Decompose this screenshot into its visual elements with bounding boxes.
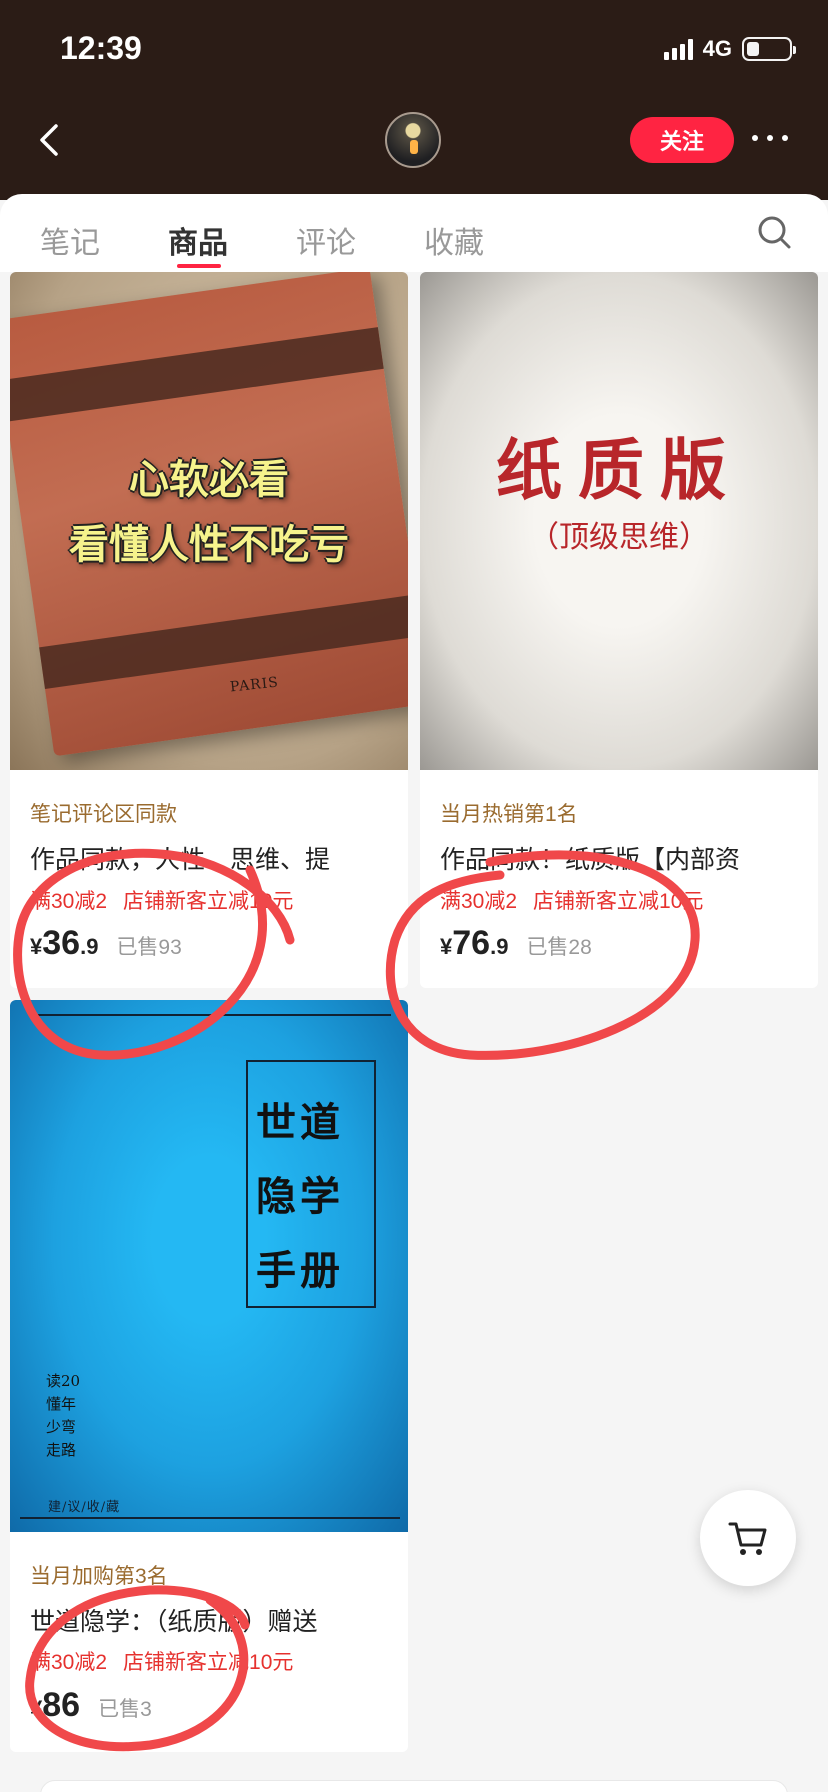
cover-rule — [36, 1014, 391, 1016]
active-tab-indicator — [177, 264, 221, 268]
product-rank: 当月加购第3名 — [30, 1565, 168, 1588]
cover-title: 世道隐学手册 — [256, 1100, 344, 1294]
tab-notes[interactable]: 笔记 — [40, 218, 100, 262]
product-image[interactable]: 纸质版 （顶级思维） — [420, 272, 818, 770]
bottom-input-bar[interactable] — [40, 1780, 788, 1792]
product-title[interactable]: 世道隐学：（纸质版）赠送 — [30, 1602, 395, 1638]
currency-symbol: ¥ — [30, 934, 43, 959]
more-dots-icon[interactable] — [752, 128, 796, 148]
status-indicators: 4G — [663, 36, 796, 62]
product-rank: 笔记评论区同款 — [30, 803, 177, 826]
cart-button[interactable] — [700, 1490, 796, 1586]
cart-icon — [728, 1522, 767, 1555]
cover-headline-1: 心软必看 — [129, 457, 289, 503]
signal-icon — [663, 38, 693, 60]
product-image[interactable]: 世道隐学手册 读20懂年少弯走路 建/议/收/藏 — [10, 1000, 408, 1532]
product-promo: 满30减2 店铺新客立减10元 — [30, 1646, 293, 1676]
promo-discount: 满30减2 — [440, 890, 518, 913]
cover-rule — [20, 1517, 400, 1519]
price-row: ¥86 已售3 — [30, 1686, 152, 1725]
cover-side-text: 读20懂年少弯走路 — [46, 1372, 81, 1459]
promo-new-customer: 店铺新客立减10元 — [123, 890, 294, 913]
promo-new-customer: 店铺新客立减10元 — [533, 890, 704, 913]
cover-subtitle: （顶级思维） — [529, 520, 709, 555]
network-label: 4G — [702, 36, 732, 61]
promo-new-customer: 店铺新客立减10元 — [123, 1651, 294, 1674]
cover-headline-2: 看懂人性不吃亏 — [69, 522, 349, 568]
product-rank: 当月热销第1名 — [440, 803, 578, 826]
product-title[interactable]: 作品同款，人性、思维、提 — [30, 840, 395, 876]
cover-footer: 建/议/收/藏 — [48, 1500, 121, 1515]
tab-products[interactable]: 商品 — [168, 218, 228, 262]
product-card-2[interactable]: 纸质版 （顶级思维） 当月热销第1名 作品同款！纸质版【内部资 满30减2 店铺新… — [420, 272, 818, 988]
price-integer: 86 — [42, 1686, 81, 1724]
price-row: ¥76.9 已售28 — [440, 924, 592, 963]
search-icon[interactable] — [756, 214, 794, 252]
price-decimal: .9 — [490, 934, 509, 959]
tab-favorites[interactable]: 收藏 — [424, 218, 484, 262]
currency-symbol: ¥ — [440, 934, 453, 959]
price-row: ¥36.9 已售93 — [30, 924, 182, 963]
product-promo: 满30减2 店铺新客立减10元 — [440, 885, 703, 915]
sold-count: 已售28 — [526, 936, 592, 959]
follow-button[interactable]: 关注 — [630, 117, 734, 163]
product-promo: 满30减2 店铺新客立减10元 — [30, 885, 293, 915]
tab-comments[interactable]: 评论 — [296, 218, 356, 262]
top-bar: 12:39 4G 关注 — [0, 0, 828, 200]
cover-title-frame: 世道隐学手册 — [246, 1060, 376, 1308]
product-card-3[interactable]: 世道隐学手册 读20懂年少弯走路 建/议/收/藏 当月加购第3名 世道隐学：（纸… — [10, 1000, 408, 1752]
status-time: 12:39 — [60, 30, 142, 66]
promo-discount: 满30减2 — [30, 890, 108, 913]
price-decimal: .9 — [80, 934, 99, 959]
currency-symbol: ¥ — [30, 1696, 43, 1721]
product-title[interactable]: 作品同款！纸质版【内部资 — [440, 840, 805, 876]
product-card-1[interactable]: 心软必看 看懂人性不吃亏 PARIS 笔记评论区同款 作品同款，人性、思维、提 … — [10, 272, 408, 988]
battery-icon — [742, 37, 796, 61]
cover-title: 纸质版 — [496, 431, 742, 509]
back-chevron-icon[interactable] — [30, 120, 70, 160]
avatar[interactable] — [385, 112, 441, 168]
tab-bar: 笔记 商品 评论 收藏 — [0, 194, 828, 272]
promo-discount: 满30减2 — [30, 1651, 108, 1674]
product-image[interactable]: 心软必看 看懂人性不吃亏 PARIS — [10, 272, 408, 770]
price-integer: 36 — [42, 924, 81, 962]
sold-count: 已售3 — [98, 1698, 152, 1721]
price-integer: 76 — [452, 924, 491, 962]
sold-count: 已售93 — [116, 936, 182, 959]
